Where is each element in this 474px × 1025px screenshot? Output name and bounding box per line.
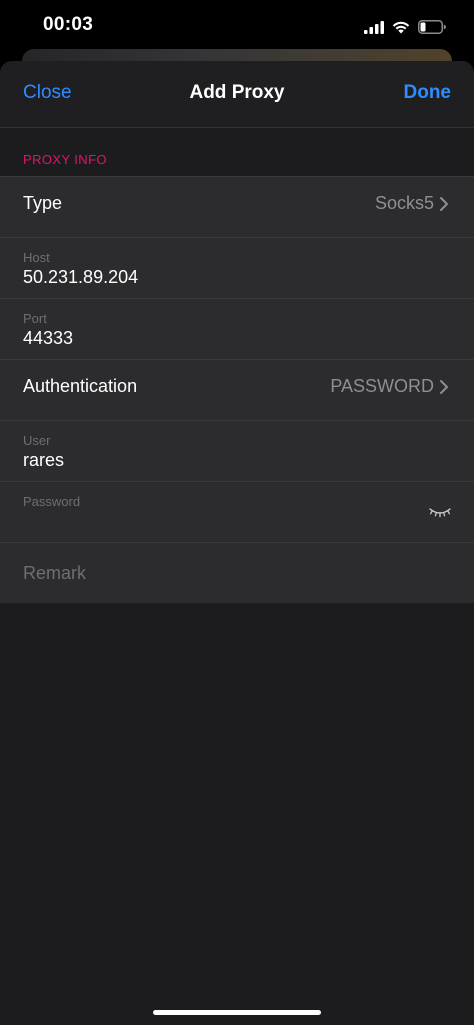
section-header-proxy-info: PROXY INFO bbox=[23, 152, 107, 167]
status-time: 00:03 bbox=[43, 14, 94, 35]
eye-closed-icon[interactable] bbox=[428, 506, 452, 520]
host-row[interactable]: Host 50.231.89.204 bbox=[0, 238, 474, 299]
port-field[interactable]: 44333 bbox=[23, 328, 73, 349]
password-label: Password bbox=[23, 494, 81, 509]
navigation-bar: Close Add Proxy Done bbox=[0, 61, 474, 128]
password-row[interactable]: Password bbox=[0, 482, 474, 543]
cellular-signal-icon bbox=[364, 20, 384, 34]
host-label: Host bbox=[23, 250, 50, 265]
remark-row[interactable]: Remark bbox=[0, 543, 474, 603]
wifi-icon bbox=[392, 21, 410, 33]
type-row[interactable]: Type Socks5 bbox=[0, 177, 474, 238]
add-proxy-sheet: Close Add Proxy Done PROXY INFO Type Soc… bbox=[0, 61, 474, 1025]
status-icons bbox=[364, 17, 446, 37]
user-field[interactable]: rares bbox=[23, 450, 64, 471]
remark-input[interactable]: Remark bbox=[23, 563, 86, 584]
port-label: Port bbox=[23, 311, 47, 326]
authentication-row[interactable]: Authentication PASSWORD bbox=[0, 360, 474, 421]
type-value-text: Socks5 bbox=[374, 193, 434, 213]
port-row[interactable]: Port 44333 bbox=[0, 299, 474, 360]
screen: 00:03 Close Add Proxy Done PROXY INFO Ty… bbox=[0, 0, 474, 1025]
authentication-value: PASSWORD bbox=[330, 376, 451, 397]
user-label: User bbox=[23, 433, 51, 448]
chevron-right-icon bbox=[440, 379, 448, 394]
chevron-right-icon bbox=[440, 196, 448, 211]
authentication-value-text: PASSWORD bbox=[330, 376, 434, 396]
authentication-label: Authentication bbox=[23, 376, 138, 396]
type-label: Type bbox=[23, 193, 63, 213]
status-bar: 00:03 bbox=[0, 0, 474, 52]
host-field[interactable]: 50.231.89.204 bbox=[23, 267, 138, 288]
user-row[interactable]: User rares bbox=[0, 421, 474, 482]
type-value: Socks5 bbox=[375, 193, 451, 214]
battery-icon bbox=[418, 20, 446, 34]
home-indicator[interactable] bbox=[153, 1010, 321, 1015]
proxy-info-form: Type Socks5 Host 50.231.89.204 Port 4433… bbox=[0, 176, 474, 603]
done-button[interactable]: Done bbox=[404, 82, 452, 104]
